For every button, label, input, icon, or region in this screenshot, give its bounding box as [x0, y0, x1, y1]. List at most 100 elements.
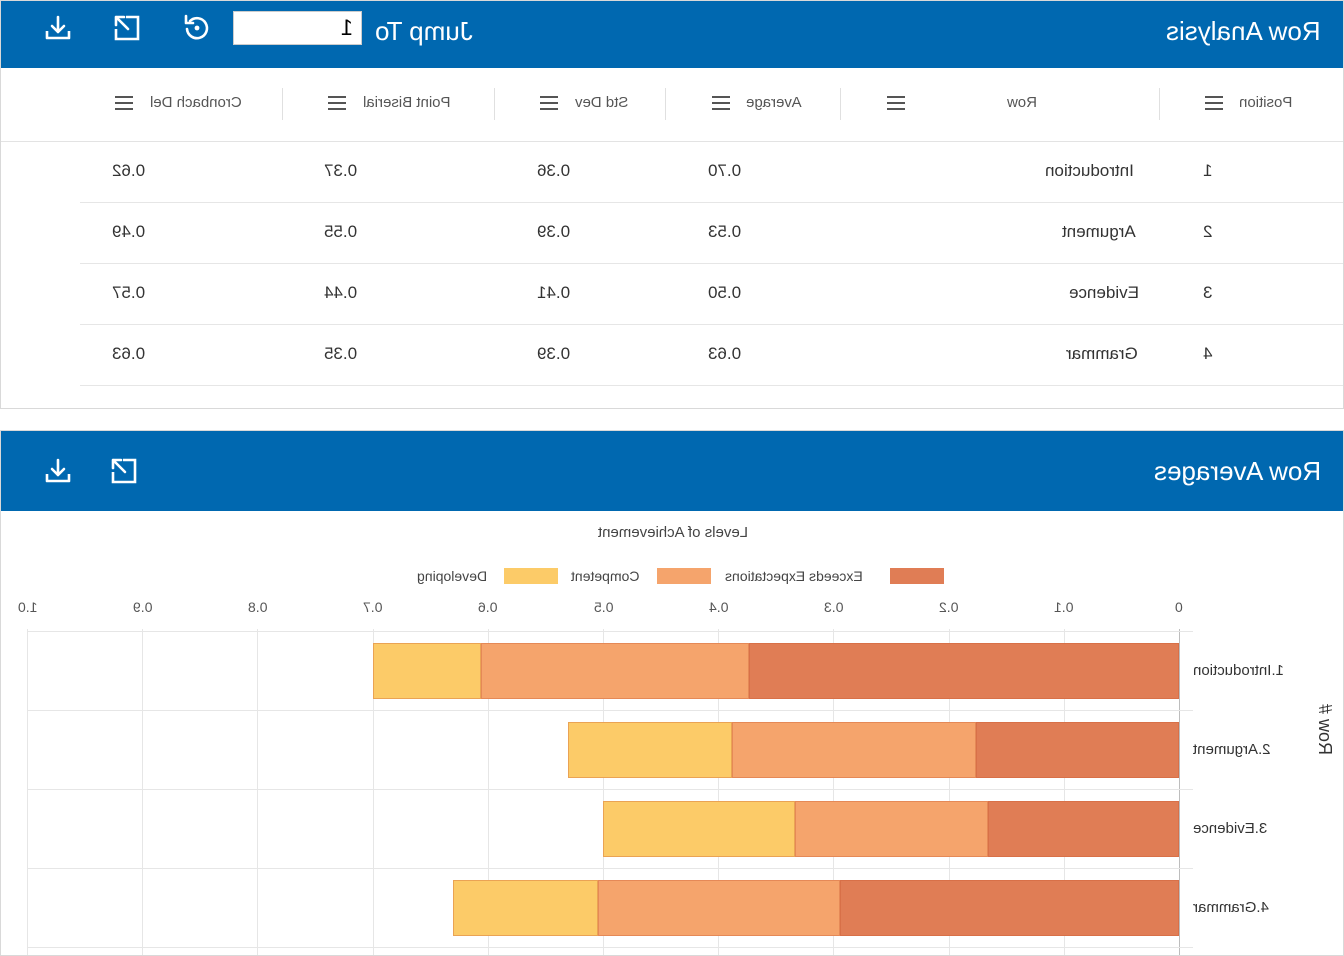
column-header-position[interactable]: Position — [1159, 68, 1343, 141]
grid-line — [257, 629, 259, 955]
row-averages-panel: Row Averages Levels of Achievement Excee… — [0, 430, 1344, 956]
cell-point-biserial: 0.44 — [324, 283, 358, 302]
bar-developing[interactable] — [603, 800, 796, 857]
x-tick-label: 1.0 — [17, 599, 37, 615]
y-category-label: 3.Evidence — [1193, 819, 1268, 837]
menu-icon[interactable] — [887, 96, 905, 110]
menu-icon[interactable] — [712, 96, 730, 110]
cell-point-biserial: 0.37 — [324, 161, 358, 180]
bar-developing[interactable] — [372, 642, 481, 699]
column-separator — [1159, 88, 1160, 120]
menu-icon[interactable] — [115, 96, 133, 110]
cell-point-biserial: 0.35 — [324, 344, 358, 363]
x-tick-label: 0.9 — [132, 599, 153, 615]
legend-label-developing: Developing — [417, 568, 488, 584]
row-averages-title: Row Averages — [1153, 456, 1321, 486]
column-label: Cronbach Del — [150, 94, 242, 111]
y-axis-title: Row # — [1315, 703, 1336, 756]
cell-cronbach-del: 0.57 — [112, 283, 146, 302]
column-separator — [840, 88, 841, 120]
grid-line — [142, 629, 144, 955]
x-tick-label: 0 — [1175, 599, 1183, 615]
bar-competent[interactable] — [732, 721, 977, 778]
cell-cronbach-del: 0.63 — [112, 344, 146, 363]
table-row[interactable]: 1 Introduction 0.70 0.36 0.37 0.62 — [80, 141, 1343, 203]
legend-swatch-exceeds[interactable] — [890, 568, 944, 584]
cell-cronbach-del: 0.49 — [112, 222, 146, 241]
cell-row: Introduction — [1045, 161, 1134, 180]
bar-competent[interactable] — [795, 800, 988, 857]
legend-swatch-competent[interactable] — [657, 568, 711, 584]
column-label: Point Biserial — [363, 94, 451, 111]
download-icon[interactable] — [42, 12, 74, 44]
cell-average: 0.53 — [708, 222, 742, 241]
table-header: Position Row Average Std Dev Point Biser — [1, 68, 1343, 142]
column-header-average[interactable]: Average — [665, 68, 840, 141]
bar-developing[interactable] — [568, 721, 733, 778]
table-row[interactable]: 4 Grammar 0.63 0.39 0.35 0.63 — [80, 324, 1343, 386]
page: Jump To Row Analysis Position Row Averag… — [0, 0, 1344, 956]
grid-line — [27, 789, 1193, 790]
column-label: Std Dev — [575, 94, 629, 111]
menu-icon[interactable] — [328, 96, 346, 110]
legend-swatch-developing[interactable] — [504, 568, 558, 584]
cell-average: 0.63 — [708, 344, 742, 363]
jump-to-label: Jump To — [375, 16, 473, 46]
cell-position: 2 — [1203, 222, 1213, 241]
x-tick-label: 0.1 — [1054, 599, 1074, 615]
legend-label-exceeds: Exceeds Expectations — [725, 568, 863, 584]
x-tick-label: 0.3 — [823, 599, 844, 615]
x-tick-label: 0.7 — [363, 599, 383, 615]
cell-row: Argument — [1062, 222, 1136, 241]
menu-icon[interactable] — [540, 96, 558, 110]
x-tick-label: 0.4 — [708, 599, 729, 615]
cell-row: Evidence — [1069, 283, 1139, 302]
cell-std-dev: 0.41 — [537, 283, 571, 302]
column-label: Row — [1007, 94, 1038, 111]
cell-position: 4 — [1203, 344, 1213, 363]
column-header-point-biserial[interactable]: Point Biserial — [282, 68, 494, 141]
column-separator — [665, 88, 666, 120]
column-separator — [282, 88, 283, 120]
cell-point-biserial: 0.55 — [324, 222, 358, 241]
cell-position: 1 — [1203, 161, 1213, 180]
expand-icon[interactable] — [111, 12, 143, 44]
column-header-std-dev[interactable]: Std Dev — [494, 68, 665, 141]
x-tick-label: 0.2 — [939, 599, 959, 615]
grid-line — [1179, 629, 1180, 955]
column-separator — [494, 88, 495, 120]
bar-exceeds-expectations[interactable] — [749, 642, 1179, 699]
expand-icon[interactable] — [108, 455, 140, 487]
grid-line — [27, 710, 1193, 711]
grid-line — [27, 629, 28, 955]
cell-std-dev: 0.39 — [537, 344, 571, 363]
column-label: Position — [1239, 94, 1293, 111]
column-header-row[interactable]: Row — [840, 68, 1159, 141]
row-averages-header: Row Averages — [1, 431, 1343, 511]
bar-competent[interactable] — [598, 879, 841, 936]
table-row[interactable]: 3 Evidence 0.50 0.41 0.44 0.57 — [80, 263, 1343, 325]
cell-std-dev: 0.36 — [537, 161, 571, 180]
jump-to-input[interactable] — [233, 11, 362, 45]
chart-plot-area: 0 0.1 0.2 0.3 0.4 0.5 0.6 0.7 0.8 0.9 1.0 1.Introdu… — [1, 599, 1343, 955]
legend-label-competent: Competent — [571, 568, 640, 584]
cell-average: 0.50 — [708, 283, 742, 302]
column-header-cronbach-del[interactable]: Cronbach Del — [80, 68, 282, 141]
cell-cronbach-del: 0.62 — [112, 161, 146, 180]
row-analysis-title: Row Analysis — [1166, 16, 1321, 46]
bar-competent[interactable] — [480, 642, 750, 699]
cell-position: 3 — [1203, 283, 1213, 302]
bar-exceeds-expectations[interactable] — [976, 721, 1179, 778]
menu-icon[interactable] — [1205, 96, 1223, 110]
x-tick-label: 0.8 — [247, 599, 268, 615]
y-category-label: 2.Argument — [1193, 740, 1271, 758]
download-icon[interactable] — [42, 455, 74, 487]
bar-exceeds-expectations[interactable] — [840, 879, 1179, 936]
refresh-icon[interactable] — [181, 12, 213, 44]
table-row[interactable]: 2 Argument 0.53 0.39 0.55 0.49 — [80, 202, 1343, 264]
bar-exceeds-expectations[interactable] — [987, 800, 1179, 857]
bar-developing[interactable] — [453, 879, 599, 936]
chart-legend: Exceeds Expectations Competent Developin… — [1, 568, 1343, 584]
row-analysis-panel: Jump To Row Analysis Position Row Averag… — [0, 0, 1344, 409]
y-category-label: 4.Grammar — [1193, 898, 1269, 916]
